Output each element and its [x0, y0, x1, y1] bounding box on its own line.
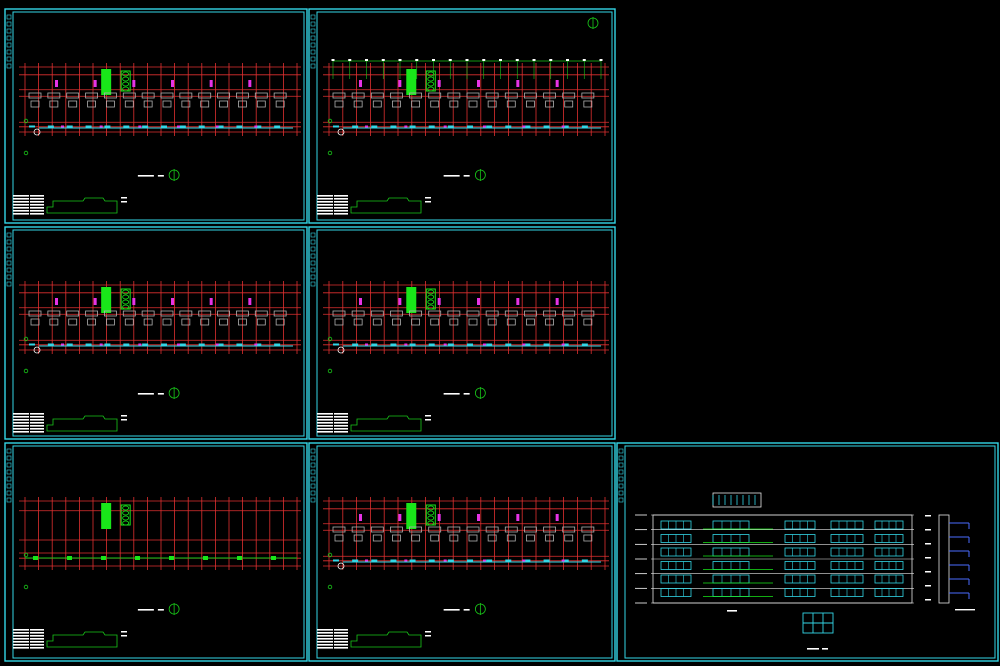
structural-grid [323, 497, 609, 570]
north-arrow-icon [474, 603, 486, 615]
sheet-outer-frame [308, 442, 616, 662]
sheet-inner-frame [624, 445, 996, 659]
accent-marks [359, 298, 565, 347]
site-outline [350, 415, 422, 432]
sheet-inner-frame [12, 11, 305, 221]
sheet-inner-frame [316, 229, 613, 437]
title-block [317, 413, 431, 433]
sheet-side-strip [310, 14, 316, 69]
title-block [317, 629, 431, 649]
sheet-inner-frame [316, 445, 613, 659]
stair-core [101, 503, 112, 529]
sheet-outer-frame [4, 226, 308, 440]
sheet-outer-frame [4, 8, 308, 224]
north-arrow-icon [168, 603, 180, 615]
sheet-inner-frame [12, 445, 305, 659]
cad-drawing-canvas [0, 0, 1000, 666]
elevator-core [120, 70, 131, 92]
drawing-sheet-6 [308, 442, 616, 662]
north-arrow-icon [474, 169, 486, 181]
drawing-sheet-3 [4, 226, 308, 440]
axis-bubble [327, 150, 333, 156]
drawing-caption [443, 175, 470, 177]
structural-grid [19, 497, 301, 570]
accent-marks [55, 298, 258, 347]
title-block [13, 629, 127, 649]
elevator-core [425, 288, 436, 310]
drawing-sheet-7 [616, 442, 999, 662]
drawing-caption [137, 393, 164, 395]
sheet-side-strip [6, 232, 12, 287]
title-block [13, 413, 127, 433]
north-arrow-icon [474, 387, 486, 399]
sheet-outer-frame [4, 442, 308, 662]
side-elevation [925, 514, 970, 604]
title-block [13, 195, 127, 215]
axis-bubble [327, 584, 333, 590]
drawing-caption [137, 175, 164, 177]
sheet-inner-frame [316, 11, 613, 221]
elevator-core [425, 70, 436, 92]
sheet-side-strip [6, 14, 12, 69]
accent-marks [359, 80, 565, 129]
sheet-side-strip [310, 448, 316, 503]
structural-grid [323, 63, 609, 136]
drawing-sheet-5 [4, 442, 308, 662]
sheet-outer-frame [308, 8, 616, 224]
drawing-caption [443, 393, 470, 395]
elevator-core [425, 504, 436, 526]
north-arrow-icon [168, 387, 180, 399]
drawing-sheet-4 [308, 226, 616, 440]
structural-grid [323, 281, 609, 354]
sheet-side-strip [618, 448, 624, 503]
stair-core [406, 287, 417, 313]
site-outline [46, 631, 118, 648]
sheet-side-strip [6, 448, 12, 503]
sheet-side-strip [310, 232, 316, 287]
site-outline [350, 197, 422, 214]
roof-pavilion [712, 492, 762, 508]
drawing-sheet-1 [4, 8, 308, 224]
stair-core [406, 69, 417, 95]
structural-grid [19, 63, 301, 136]
level-markers [635, 514, 914, 604]
stair-core [406, 503, 417, 529]
site-outline [350, 631, 422, 648]
drawing-sheet-2 [308, 8, 616, 224]
drawing-caption [727, 609, 975, 650]
drawing-caption [137, 609, 164, 611]
title-block [317, 195, 431, 215]
site-outline [46, 415, 118, 432]
accent-marks [55, 80, 258, 129]
axis-bubble [23, 368, 29, 374]
drawing-caption [443, 609, 470, 611]
north-arrow-icon [587, 17, 599, 29]
stair-core [101, 69, 112, 95]
balcony-lines [703, 528, 773, 597]
structural-grid [19, 281, 301, 354]
axis-bubble [23, 150, 29, 156]
elevator-core [120, 504, 131, 526]
axis-bubble [23, 584, 29, 590]
sheet-inner-frame [12, 229, 305, 437]
roof-outline [331, 59, 603, 79]
elevator-core [120, 288, 131, 310]
sheet-outer-frame [308, 226, 616, 440]
window-detail [802, 612, 834, 634]
site-outline [46, 197, 118, 214]
accent-marks [359, 514, 565, 563]
north-arrow-icon [168, 169, 180, 181]
axis-bubble [327, 368, 333, 374]
stair-core [101, 287, 112, 313]
